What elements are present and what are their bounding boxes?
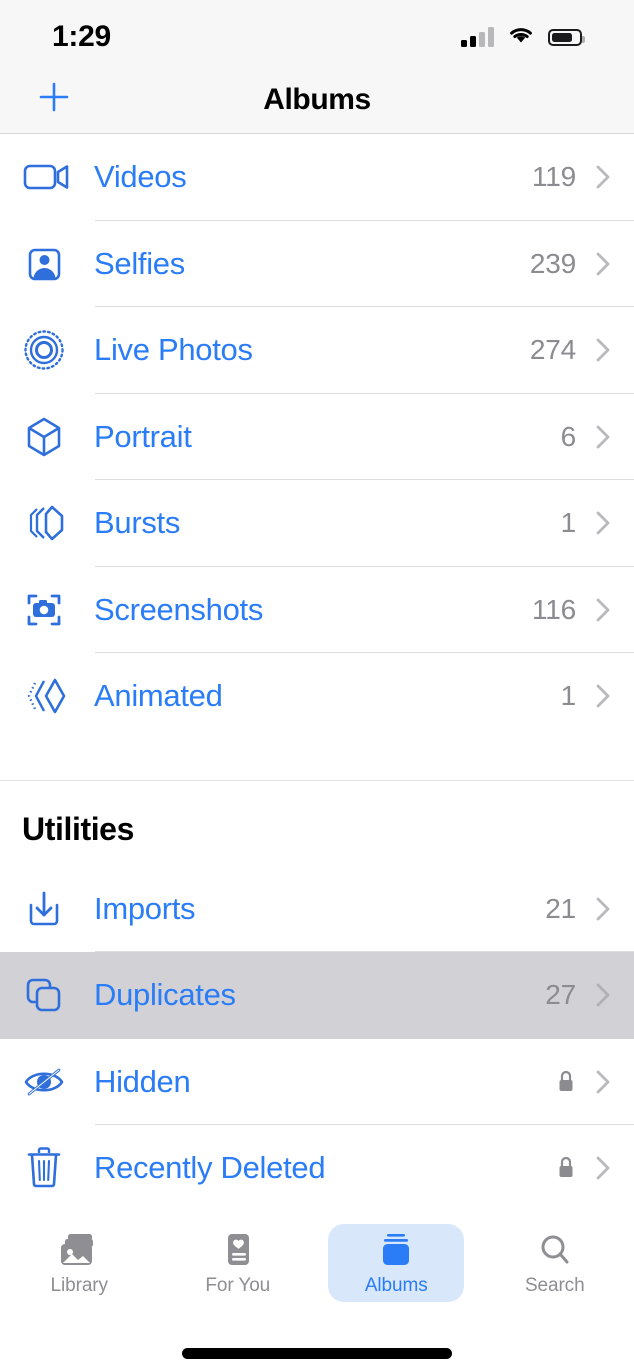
album-count: 1 <box>560 680 577 712</box>
album-count: 116 <box>531 593 576 625</box>
cube-icon <box>22 409 94 465</box>
live-photo-icon <box>22 322 94 378</box>
section-header-utilities: Utilities <box>0 780 634 866</box>
album-count: 119 <box>531 161 576 193</box>
status-bar: 1:29 <box>0 0 634 66</box>
album-count: 1 <box>560 507 577 539</box>
album-label: Bursts <box>94 505 181 541</box>
album-row-hidden[interactable]: Hidden <box>0 1038 634 1125</box>
home-indicator-bar[interactable] <box>182 1347 452 1359</box>
tab-for-you[interactable]: For You <box>170 1224 306 1302</box>
chevron-right-icon <box>594 335 612 365</box>
status-indicators <box>461 25 585 50</box>
duplicate-squares-icon <box>22 967 94 1023</box>
tab-search[interactable]: Search <box>487 1224 623 1302</box>
wifi-icon <box>507 25 535 50</box>
album-count: 27 <box>545 979 576 1011</box>
album-label: Duplicates <box>94 977 236 1013</box>
album-label: Live Photos <box>94 332 253 368</box>
add-album-button[interactable] <box>30 76 78 124</box>
album-label: Screenshots <box>94 591 264 627</box>
navigation-bar: Albums <box>0 66 634 134</box>
burst-stack-icon <box>22 495 94 551</box>
album-count: 239 <box>529 247 576 279</box>
chevron-right-icon <box>594 894 612 924</box>
tab-bar: Library For You Albums Search <box>0 1212 634 1334</box>
chevron-right-icon <box>594 595 612 625</box>
album-label: Animated <box>94 678 223 714</box>
photos-albums-screen: 1:29 Albums Videos 119 Selfies 239 Live … <box>0 0 634 1372</box>
lock-icon <box>556 1155 576 1181</box>
plus-icon <box>37 80 71 119</box>
animated-diamond-icon <box>22 668 94 724</box>
tab-label: Albums <box>364 1274 428 1296</box>
album-row-selfies[interactable]: Selfies 239 <box>0 220 634 307</box>
albums-stack-icon <box>375 1230 417 1270</box>
section-gap <box>0 739 634 780</box>
chevron-right-icon <box>594 1153 612 1183</box>
page-title: Albums <box>263 82 371 116</box>
tab-library[interactable]: Library <box>11 1224 147 1302</box>
home-indicator-area <box>0 1334 634 1372</box>
album-label: Hidden <box>94 1063 191 1099</box>
album-label: Selfies <box>94 245 185 281</box>
trash-icon <box>22 1140 94 1196</box>
tab-label: Library <box>50 1274 108 1296</box>
eye-slash-icon <box>22 1054 94 1110</box>
album-row-recently-deleted[interactable]: Recently Deleted <box>0 1125 634 1212</box>
chevron-right-icon <box>594 249 612 279</box>
battery-icon <box>548 28 585 46</box>
album-row-live-photos[interactable]: Live Photos 274 <box>0 307 634 394</box>
album-row-imports[interactable]: Imports 21 <box>0 865 634 952</box>
cellular-signal-icon <box>461 27 494 47</box>
album-row-duplicates[interactable]: Duplicates 27 <box>0 952 634 1039</box>
lock-icon <box>556 1069 576 1095</box>
chevron-right-icon <box>594 162 612 192</box>
chevron-right-icon <box>594 681 612 711</box>
album-row-bursts[interactable]: Bursts 1 <box>0 480 634 567</box>
album-row-portrait[interactable]: Portrait 6 <box>0 393 634 480</box>
chevron-right-icon <box>594 422 612 452</box>
import-tray-icon <box>22 881 94 937</box>
album-row-animated[interactable]: Animated 1 <box>0 653 634 740</box>
chevron-right-icon <box>594 980 612 1010</box>
album-label: Imports <box>94 890 196 926</box>
chevron-right-icon <box>594 1067 612 1097</box>
album-label: Videos <box>94 159 187 195</box>
album-row-videos[interactable]: Videos 119 <box>0 134 634 221</box>
album-label: Recently Deleted <box>94 1150 326 1186</box>
heart-card-icon <box>217 1230 259 1270</box>
album-label: Portrait <box>94 418 192 454</box>
tab-label: Search <box>524 1274 585 1296</box>
album-row-screenshots[interactable]: Screenshots 116 <box>0 566 634 653</box>
video-camera-icon <box>22 149 94 205</box>
screenshot-camera-icon <box>22 582 94 638</box>
tab-label: For You <box>205 1274 271 1296</box>
person-portrait-icon <box>22 236 94 292</box>
album-count: 274 <box>529 334 576 366</box>
albums-list: Videos 119 Selfies 239 Live Photos 274 P… <box>0 134 634 1212</box>
album-count: 21 <box>545 892 576 924</box>
chevron-right-icon <box>594 508 612 538</box>
status-time: 1:29 <box>52 20 111 53</box>
magnifier-icon <box>534 1230 576 1270</box>
photo-stack-icon <box>58 1230 100 1270</box>
tab-albums[interactable]: Albums <box>328 1224 465 1302</box>
album-count: 6 <box>560 420 577 452</box>
